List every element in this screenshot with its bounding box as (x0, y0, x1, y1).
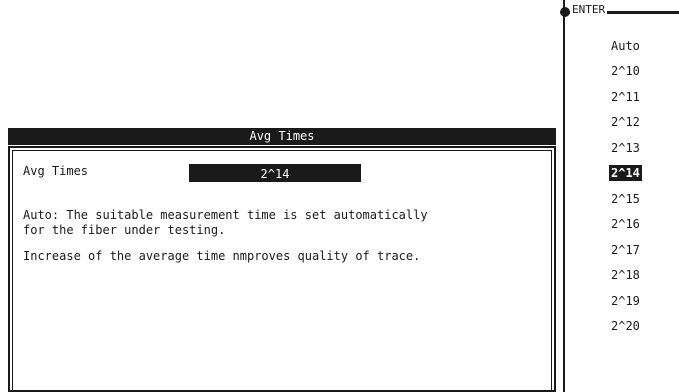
option-item[interactable]: Auto (609, 38, 642, 54)
avg-times-dialog: Avg Times Avg Times 2^14 Auto: The suita… (8, 128, 556, 392)
option-item[interactable]: 2^13 (609, 140, 642, 156)
option-item[interactable]: 2^16 (609, 216, 642, 232)
options-panel: ENTER Auto 2^10 2^11 2^12 2^13 2^14 2^15… (560, 0, 679, 392)
help-text-line-2: for the fiber under testing. (23, 223, 226, 237)
enter-label: ENTER (570, 3, 608, 16)
help-text-line-1: Auto: The suitable measurement time is s… (23, 208, 428, 222)
dialog-title: Avg Times (8, 128, 556, 145)
option-item[interactable]: 2^10 (609, 63, 642, 79)
option-item-selected[interactable]: 2^14 (609, 165, 642, 181)
option-item[interactable]: 2^17 (609, 242, 642, 258)
avg-times-value-field[interactable]: 2^14 (189, 164, 361, 182)
option-item[interactable]: 2^19 (609, 293, 642, 309)
option-item[interactable]: 2^20 (609, 318, 642, 334)
help-text-line-3: Increase of the average time nmproves qu… (23, 249, 421, 263)
dialog-body: Avg Times 2^14 Auto: The suitable measur… (8, 146, 556, 392)
option-item[interactable]: 2^18 (609, 267, 642, 283)
option-item[interactable]: 2^11 (609, 89, 642, 105)
avg-times-label: Avg Times (23, 164, 89, 178)
option-item[interactable]: 2^15 (609, 191, 642, 207)
dialog-inner-frame: Avg Times 2^14 Auto: The suitable measur… (12, 150, 552, 390)
option-item[interactable]: 2^12 (609, 114, 642, 130)
dial-knob-icon (560, 7, 570, 17)
options-panel-header: ENTER (560, 4, 679, 18)
